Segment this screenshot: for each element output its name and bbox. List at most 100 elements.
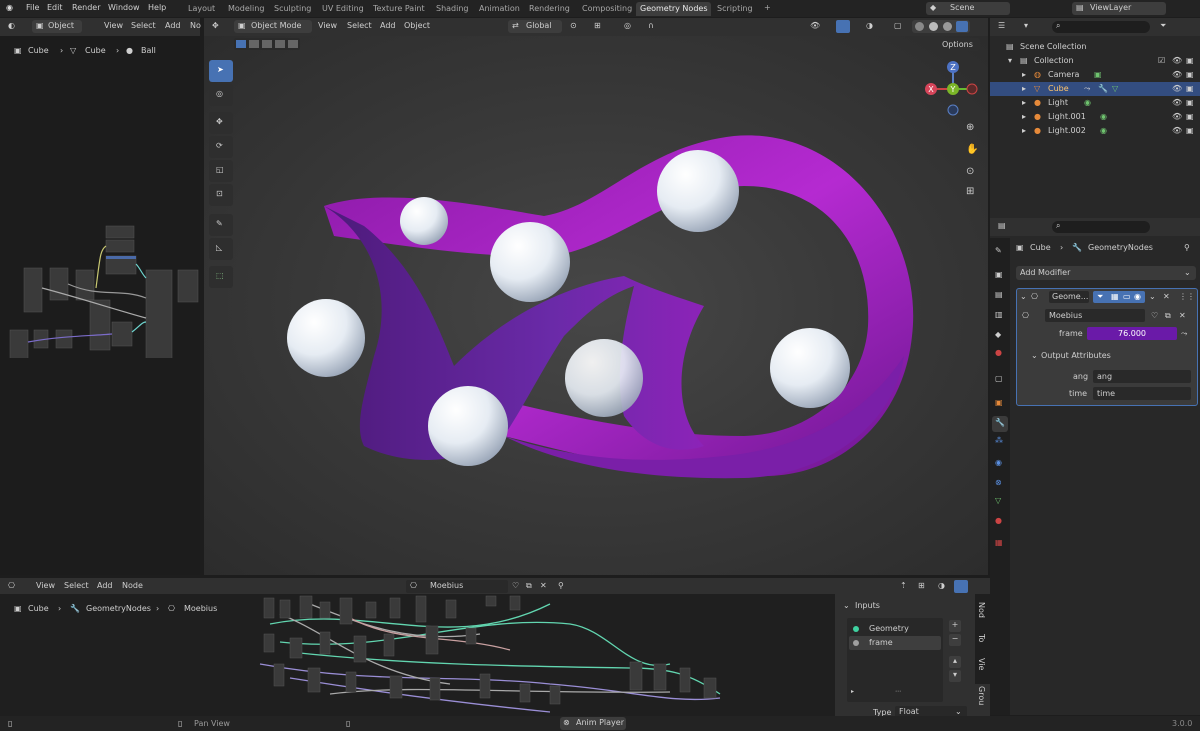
outliner-row-light[interactable]: ▸ ● Light ◉ 👁 ▣ [990, 96, 1200, 110]
tab-sculpting[interactable]: Sculpting [270, 2, 315, 16]
overlay-toggle-icon[interactable] [954, 580, 968, 593]
material-tab-icon[interactable]: ● [995, 516, 1002, 525]
node-group-field[interactable]: Moebius [1045, 309, 1145, 322]
tab-texture-paint[interactable]: Texture Paint [369, 2, 429, 16]
remove-input-button[interactable]: − [949, 634, 961, 646]
overlay-icon[interactable]: ◑ [938, 581, 945, 590]
object-mode-dropdown[interactable]: ▣ Object Mode [234, 20, 312, 33]
rendered-shading-icon[interactable] [956, 21, 968, 32]
outliner-type-icon[interactable]: ☰ [998, 21, 1005, 30]
duplicate-icon[interactable]: ⧉ [526, 581, 532, 591]
eye-icon[interactable]: 👁 [1172, 56, 1182, 65]
wrench-tab-icon[interactable]: 🔧 [995, 418, 1005, 427]
tab-layout[interactable]: Layout [184, 2, 219, 16]
left-menu-select[interactable]: Select [131, 21, 156, 30]
snap-icon[interactable]: ⊞ [918, 581, 925, 590]
expand-right-icon[interactable]: ▸ [1022, 98, 1026, 107]
editor-type-icon[interactable]: ⎔ [8, 581, 15, 590]
checkbox-icon[interactable]: ☑ [1158, 56, 1165, 65]
sidebar-tab-view[interactable]: Vie [977, 658, 986, 670]
outliner-row-light-001[interactable]: ▸ ● Light.001 ◉ 👁 ▣ [990, 110, 1200, 124]
collapse-down-icon[interactable]: ⌄ [1020, 292, 1027, 301]
expand-down-icon[interactable]: ⌄ [1031, 351, 1038, 360]
drag-handle-icon[interactable]: ⋮⋮ [1179, 292, 1195, 301]
editor-type-icon[interactable]: ✥ [212, 21, 219, 30]
realtime-icon[interactable]: ▭ [1123, 292, 1131, 301]
pin-icon[interactable]: ⚲ [558, 581, 564, 590]
xray-icon[interactable]: ▢ [894, 21, 902, 30]
editor-type-icon[interactable]: ◐ [8, 21, 15, 30]
camera-icon[interactable]: ▣ [1186, 84, 1194, 93]
camera-icon[interactable]: ▣ [1186, 70, 1194, 79]
expand-right-icon[interactable]: ▸ [851, 688, 854, 695]
anim-player-button[interactable]: ⊗ Anim Player [560, 717, 626, 730]
outliner-row-scene-collection[interactable]: ▤ Scene Collection [990, 40, 1200, 54]
expand-right-icon[interactable]: ▸ [1022, 84, 1026, 93]
resize-handle-icon[interactable]: ⋯ [895, 688, 901, 695]
move-down-button[interactable]: ▾ [949, 670, 961, 682]
outliner-row-camera[interactable]: ▸ ◍ Camera ▣ 👁 ▣ [990, 68, 1200, 82]
input-item-geometry[interactable]: Geometry [849, 622, 941, 636]
tab-modeling[interactable]: Modeling [224, 2, 268, 16]
frame-field[interactable]: 76.000 [1087, 327, 1177, 340]
sidebar-tab-group[interactable]: Grou [977, 686, 986, 705]
menu-help[interactable]: Help [148, 3, 166, 12]
output-attr-field[interactable]: time [1093, 387, 1191, 400]
eye-icon[interactable]: 👁 [1172, 98, 1182, 107]
chevron-down-icon[interactable]: ⌄ [1149, 292, 1156, 301]
sidebar-tab-tool[interactable]: To [977, 634, 986, 642]
outliner-search-input[interactable]: ⌕ [1052, 21, 1150, 33]
eye-icon[interactable]: 👁 [1172, 70, 1182, 79]
node-menu-select[interactable]: Select [64, 581, 89, 590]
pivot-icon[interactable]: ⊙ [570, 21, 577, 30]
viewport-menu-select[interactable]: Select [347, 21, 372, 30]
add-workspace-icon[interactable]: + [764, 3, 771, 12]
output-attr-field[interactable]: ang [1093, 370, 1191, 383]
world-tab-icon[interactable]: ● [995, 348, 1002, 357]
3d-viewport[interactable]: Options ➤ ◎ ✥ ⟳ ◱ ⊡ ✎ ◺ ⬚ Z X Y ⊕ ✋ ⊙ ⊞ [204, 36, 988, 575]
transform-orientation-dropdown[interactable]: ⇄ Global [508, 20, 562, 33]
visibility-icon[interactable]: 👁 [810, 21, 820, 30]
node-link-icon[interactable]: ⤳ [1181, 329, 1187, 339]
blender-logo-icon[interactable]: ◉ [6, 3, 13, 12]
eye-icon[interactable]: 👁 [1172, 126, 1182, 135]
pin-icon[interactable]: ⚲ [1184, 243, 1190, 252]
expand-right-icon[interactable]: ▸ [1022, 126, 1026, 135]
tab-uv-editing[interactable]: UV Editing [318, 2, 368, 16]
fake-user-icon[interactable]: ♡ [1151, 311, 1158, 320]
falloff-icon[interactable]: ∩ [648, 21, 654, 30]
tab-rendering[interactable]: Rendering [525, 2, 574, 16]
unlink-icon[interactable]: ✕ [540, 581, 547, 590]
outliner-row-collection[interactable]: ▾ ▤ Collection ☑ 👁 ▣ [990, 54, 1200, 68]
menu-render[interactable]: Render [72, 3, 100, 12]
modifier-name-field[interactable]: Geome... [1049, 291, 1089, 303]
scene-selector[interactable]: ◆ Scene [926, 2, 1010, 15]
node-menu-view[interactable]: View [36, 581, 55, 590]
tab-shading[interactable]: Shading [432, 2, 473, 16]
viewport-menu-view[interactable]: View [318, 21, 337, 30]
viewport-menu-object[interactable]: Object [404, 21, 430, 30]
object-tab-icon[interactable]: ▣ [995, 398, 1003, 407]
node-group-selector[interactable]: ⎔ Moebius [406, 580, 508, 593]
outliner-row-cube[interactable]: ▸ ▽ Cube ⤳ 🔧 ▽ 👁 ▣ [990, 82, 1200, 96]
scene-tab-icon[interactable]: ◆ [995, 330, 1001, 339]
expand-right-icon[interactable]: ▸ [1022, 70, 1026, 79]
render-tab-icon[interactable]: ▣ [995, 270, 1003, 279]
data-tab-icon[interactable]: ▽ [995, 496, 1001, 505]
add-input-button[interactable]: + [949, 620, 961, 632]
gizmo-toggle-icon[interactable] [836, 20, 850, 33]
tab-animation[interactable]: Animation [475, 2, 524, 16]
properties-type-icon[interactable]: ▤ [998, 221, 1006, 230]
tab-scripting[interactable]: Scripting [713, 2, 757, 16]
camera-icon[interactable]: ▣ [1186, 112, 1194, 121]
particles-tab-icon[interactable]: ⁂ [995, 436, 1003, 445]
snap-icon[interactable]: ⊞ [594, 21, 601, 30]
properties-search-input[interactable]: ⌕ [1052, 221, 1150, 233]
outliner-row-light-002[interactable]: ▸ ● Light.002 ◉ 👁 ▣ [990, 124, 1200, 138]
close-icon[interactable]: ✕ [1163, 292, 1170, 301]
move-up-button[interactable]: ▴ [949, 656, 961, 668]
wireframe-shading-icon[interactable] [915, 22, 924, 31]
overlays-icon[interactable]: ◑ [866, 21, 873, 30]
fake-user-icon[interactable]: ♡ [512, 581, 519, 590]
filter-mode-icon[interactable]: ▾ [1024, 21, 1028, 30]
